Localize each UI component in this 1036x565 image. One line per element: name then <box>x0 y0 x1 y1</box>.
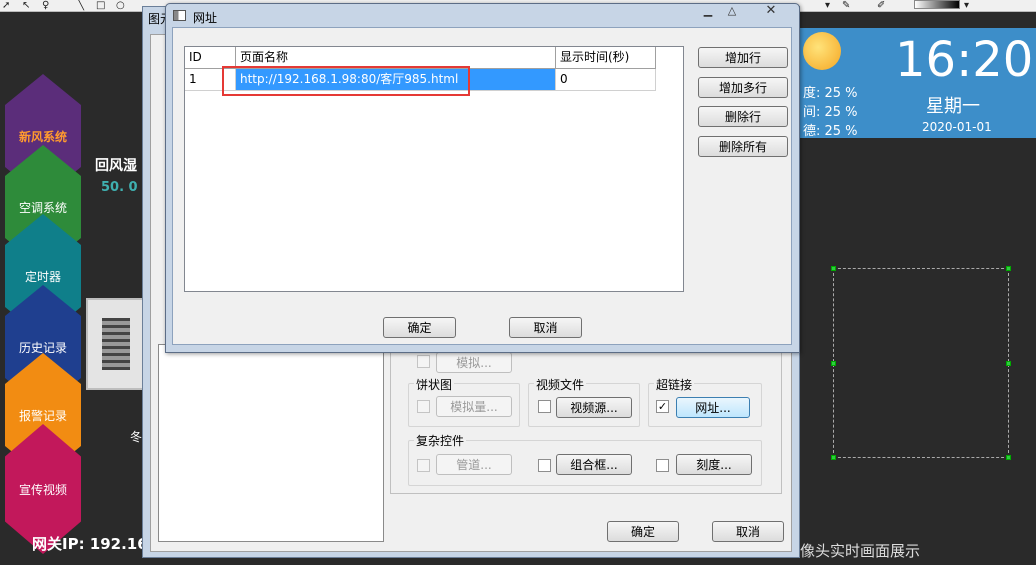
pipe-button[interactable]: 管道... <box>436 454 512 475</box>
pie-group-label: 饼状图 <box>414 376 455 393</box>
selected-element-frame[interactable] <box>833 268 1009 458</box>
add-rows-button[interactable]: 增加多行 <box>698 77 788 98</box>
select-icon[interactable]: ↖ <box>22 0 30 11</box>
nav-label: 报警记录 <box>18 408 67 423</box>
resize-handle[interactable] <box>831 266 836 271</box>
delete-all-button[interactable]: 删除所有 <box>698 136 788 157</box>
column-header-display-time[interactable]: 显示时间(秒) <box>556 47 656 69</box>
analog-checkbox[interactable] <box>417 355 430 368</box>
chevron-down-icon[interactable]: ▾ <box>964 0 969 11</box>
nav-label: 定时器 <box>24 269 61 284</box>
analog-button[interactable]: 模拟... <box>436 352 512 373</box>
url-button[interactable]: 网址... <box>676 397 750 418</box>
url-ok-button[interactable]: 确定 <box>383 317 456 338</box>
url-cancel-button[interactable]: 取消 <box>509 317 582 338</box>
date: 2020-01-01 <box>922 120 992 134</box>
combo-checkbox[interactable] <box>538 459 551 472</box>
return-air-value: 50. 0 <box>101 180 138 195</box>
element-list[interactable] <box>158 344 384 542</box>
nav-label: 宣传视频 <box>18 482 67 497</box>
pipe-checkbox[interactable] <box>417 459 430 472</box>
hyperlink-checkbox[interactable]: ✓ <box>656 400 669 413</box>
highlight-annotation <box>222 66 470 96</box>
weekday: 星期一 <box>926 96 980 117</box>
minimize-icon[interactable]: ▁ <box>698 4 718 20</box>
ellipse-icon[interactable]: ○ <box>116 0 125 11</box>
combo-box-button[interactable]: 组合框... <box>556 454 632 475</box>
video-checkbox[interactable] <box>538 400 551 413</box>
analog-quantity-button[interactable]: 模拟量... <box>436 396 512 417</box>
resize-handle[interactable] <box>831 455 836 460</box>
maximize-icon[interactable]: △ <box>722 4 742 20</box>
video-source-button[interactable]: 视频源... <box>556 397 632 418</box>
nav-label: 空调系统 <box>18 200 67 215</box>
prop-cancel-button[interactable]: 取消 <box>712 521 784 542</box>
hyperlink-group-label: 超链接 <box>654 376 695 393</box>
sun-icon <box>803 32 841 70</box>
gradient-bar[interactable] <box>914 0 960 9</box>
pen-color-icon[interactable]: ✐ <box>877 0 885 11</box>
fill-icon[interactable]: ✎ <box>842 0 850 11</box>
weather-row: 间: 25 % <box>803 105 858 120</box>
complex-controls-label: 复杂控件 <box>414 432 467 449</box>
dialog-title: 网址 <box>193 11 218 25</box>
video-group-label: 视频文件 <box>534 376 587 393</box>
camera-caption: 像头实时画面展示 <box>800 542 921 560</box>
weather-row: 德: 25 % <box>803 124 858 139</box>
scale-button[interactable]: 刻度... <box>676 454 752 475</box>
row-time-cell[interactable]: 0 <box>556 69 656 91</box>
add-row-button[interactable]: 增加行 <box>698 47 788 68</box>
resize-handle[interactable] <box>831 361 836 366</box>
close-icon[interactable]: ✕ <box>750 3 792 21</box>
resize-handle[interactable] <box>1006 455 1011 460</box>
clock-time: 16:20 <box>895 32 1034 88</box>
resize-handle[interactable] <box>1006 361 1011 366</box>
delete-row-button[interactable]: 删除行 <box>698 106 788 127</box>
return-air-label: 回风湿 <box>95 158 137 174</box>
nav-label: 新风系统 <box>18 129 67 144</box>
prop-ok-button[interactable]: 确定 <box>607 521 679 542</box>
winter-label: 冬 <box>130 430 143 444</box>
gateway-ip: 网关IP: 192.16 <box>32 535 148 553</box>
scale-checkbox[interactable] <box>656 459 669 472</box>
pointer-icon[interactable]: ➚ <box>2 0 10 11</box>
window-icon <box>173 10 186 21</box>
chevron-down-icon[interactable]: ▾ <box>825 0 830 11</box>
line-icon[interactable]: ╲ <box>78 0 84 11</box>
resize-handle[interactable] <box>1006 266 1011 271</box>
rect-icon[interactable]: □ <box>96 0 105 11</box>
weather-row: 度: 25 % <box>803 86 858 101</box>
nav-label: 历史记录 <box>18 340 67 355</box>
tooltip-icon[interactable]: ♀ <box>42 0 49 11</box>
air-unit-image <box>86 298 144 390</box>
pie-checkbox[interactable] <box>417 400 430 413</box>
